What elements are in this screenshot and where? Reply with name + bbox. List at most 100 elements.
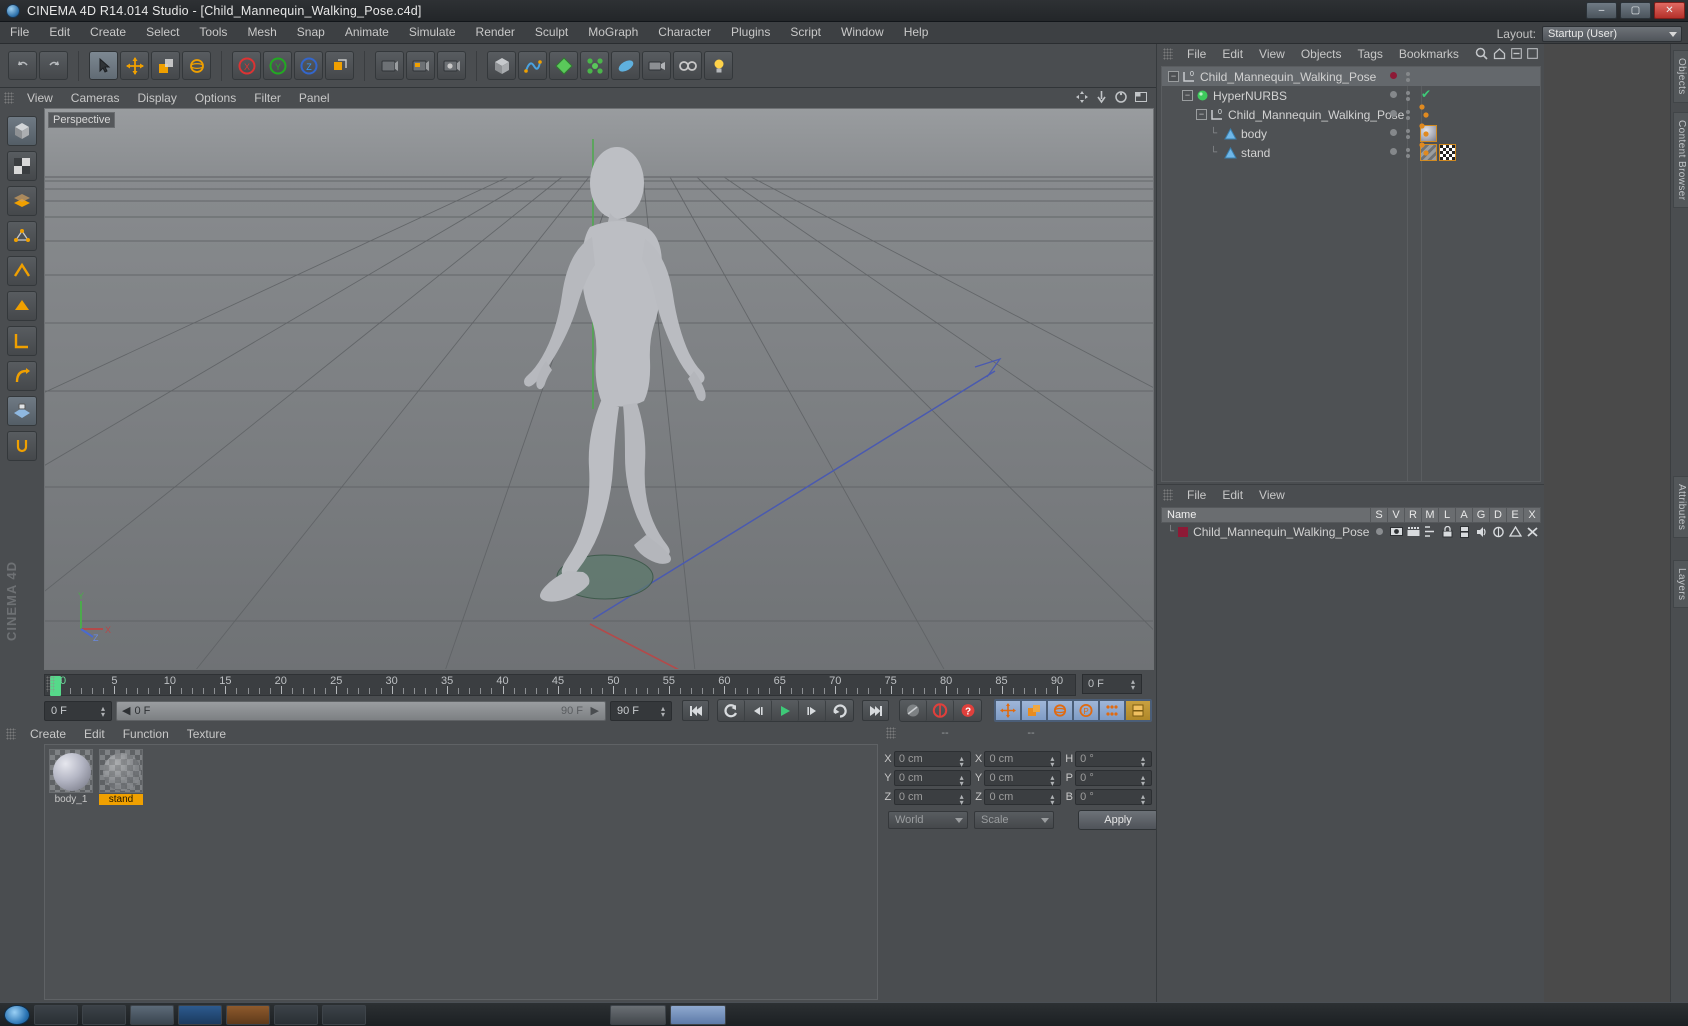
material-thumbnail[interactable]	[49, 749, 93, 793]
layer-toggle-d-icon[interactable]	[1490, 526, 1507, 538]
coordinate-input-size[interactable]: 0 cm ▴ ▾	[984, 770, 1062, 788]
object-menu-item-bookmarks[interactable]: Bookmarks	[1391, 45, 1467, 64]
stepper-icon[interactable]: ▴ ▾	[1050, 774, 1057, 788]
add-generator-button[interactable]	[549, 51, 578, 80]
add-null-button[interactable]	[673, 51, 702, 80]
object-color-dot[interactable]	[1390, 91, 1397, 98]
add-light-button[interactable]	[704, 51, 733, 80]
render-settings-button[interactable]	[437, 51, 466, 80]
current-frame-field[interactable]: 0 F ▴ ▾	[1082, 674, 1142, 694]
menu-item-select[interactable]: Select	[136, 22, 189, 43]
axis-mode-button[interactable]	[7, 326, 37, 356]
menu-item-edit[interactable]: Edit	[39, 22, 80, 43]
stepper-icon[interactable]: ▴ ▾	[960, 793, 967, 807]
stepper-icon[interactable]: ▴ ▾	[1141, 793, 1148, 807]
layer-column-x[interactable]: X	[1523, 508, 1540, 522]
key-help-button[interactable]: ?	[954, 700, 981, 721]
taskbar-item[interactable]	[226, 1004, 270, 1025]
layer-column-e[interactable]: E	[1506, 508, 1523, 522]
viewport-menu-item-panel[interactable]: Panel	[290, 89, 339, 108]
layer-toggle-s-icon[interactable]	[1371, 528, 1388, 535]
stepper-icon[interactable]: ▴ ▾	[1131, 678, 1138, 692]
stepper-icon-2[interactable]: ▴ ▾	[101, 704, 108, 718]
point-level-animation-button[interactable]	[1099, 700, 1125, 721]
enabled-check-icon[interactable]: ✔	[1421, 88, 1431, 101]
stepper-icon[interactable]: ▴ ▾	[960, 755, 967, 769]
material-item[interactable]: stand	[99, 749, 143, 805]
stepper-icon[interactable]: ▴ ▾	[960, 774, 967, 788]
lock-x-axis-button[interactable]: X	[232, 51, 261, 80]
panel-grip-icon[interactable]	[4, 92, 14, 104]
object-tree-row[interactable]: − 0 Child_Mannequin_Walking_Pose	[1162, 67, 1540, 86]
taskbar-item[interactable]	[610, 1004, 666, 1025]
go-to-end-button[interactable]	[862, 700, 889, 721]
layer-column-r[interactable]: R	[1404, 508, 1421, 522]
timeline-grip-icon[interactable]	[46, 676, 55, 692]
stepper-icon[interactable]: ▴ ▾	[1050, 793, 1057, 807]
coordinate-input-rotation[interactable]: 0 ° ▴ ▾	[1075, 789, 1153, 807]
object-color-dot[interactable]	[1390, 148, 1397, 155]
object-tree-row[interactable]: − 0 Child_Mannequin_Walking_Pose	[1162, 105, 1540, 124]
autokeying-button[interactable]	[927, 700, 954, 721]
layer-toggle-m-icon[interactable]	[1422, 526, 1439, 537]
dock-tab-attributes[interactable]: Attributes	[1673, 476, 1688, 539]
menu-item-mesh[interactable]: Mesh	[237, 22, 286, 43]
object-tree-row[interactable]: └ stand	[1162, 143, 1540, 162]
rotate-view-icon[interactable]	[1114, 90, 1128, 104]
timeline-ruler[interactable]: 0510152025303540455055606570758085900	[44, 674, 1076, 696]
dock-tab-objects[interactable]: Objects	[1673, 50, 1688, 103]
menu-item-snap[interactable]: Snap	[287, 22, 335, 43]
menu-item-file[interactable]: File	[0, 22, 39, 43]
menu-item-render[interactable]: Render	[466, 22, 525, 43]
layer-toggle-e-icon[interactable]	[1507, 525, 1524, 538]
undo-button[interactable]	[8, 51, 37, 80]
menu-item-create[interactable]: Create	[80, 22, 136, 43]
menu-item-simulate[interactable]: Simulate	[399, 22, 466, 43]
move-tool-button[interactable]	[120, 51, 149, 80]
panel-grip-icon-co[interactable]	[886, 727, 896, 739]
taskbar-item[interactable]	[130, 1004, 174, 1025]
menu-item-window[interactable]: Window	[831, 22, 894, 43]
go-to-start-button[interactable]	[682, 700, 709, 721]
play-button[interactable]	[772, 700, 799, 721]
layer-toggle-v-icon[interactable]	[1388, 526, 1405, 537]
object-visibility-toggles[interactable]	[1406, 110, 1410, 120]
world-object-coordinates-button[interactable]	[325, 51, 354, 80]
table-row[interactable]: └ Child_Mannequin_Walking_Pose	[1161, 523, 1541, 540]
position-key-button[interactable]	[995, 700, 1021, 721]
object-menu-item-objects[interactable]: Objects	[1293, 45, 1350, 64]
scale-tool-button[interactable]	[151, 51, 180, 80]
viewport-menu-item-options[interactable]: Options	[186, 89, 245, 108]
home-icon[interactable]	[1493, 47, 1506, 60]
step-back-button[interactable]	[745, 700, 772, 721]
coordinate-input-rotation[interactable]: 0 ° ▴ ▾	[1075, 770, 1153, 788]
panel-grip-icon-mm[interactable]	[6, 728, 16, 740]
object-color-dot[interactable]	[1390, 129, 1397, 136]
panel-grip-icon-lm[interactable]	[1163, 489, 1173, 501]
minimize-button[interactable]: –	[1586, 2, 1617, 19]
object-menu-item-edit[interactable]: Edit	[1214, 45, 1251, 64]
layer-column-g[interactable]: G	[1472, 508, 1489, 522]
layer-menu-item-view[interactable]: View	[1251, 486, 1293, 505]
object-visibility-toggles[interactable]	[1406, 148, 1410, 158]
stepper-icon-3[interactable]: ▴ ▾	[661, 704, 668, 718]
material-thumbnail[interactable]	[99, 749, 143, 793]
layer-column-m[interactable]: M	[1421, 508, 1438, 522]
object-tree-row[interactable]: └ body	[1162, 124, 1540, 143]
layer-menu-item-file[interactable]: File	[1179, 486, 1214, 505]
taskbar-item[interactable]	[274, 1004, 318, 1025]
add-cube-button[interactable]	[487, 51, 516, 80]
time-slider[interactable]: ◀ 0 F 90 F ▶	[116, 700, 606, 721]
enable-snapping-button[interactable]	[7, 431, 37, 461]
scale-key-button[interactable]	[1021, 700, 1047, 721]
dock-tab-content-browser[interactable]: Content Browser	[1673, 112, 1688, 209]
perspective-viewport[interactable]: Perspective Y X Z	[44, 108, 1154, 670]
start-button-icon[interactable]	[4, 1004, 30, 1025]
object-tree-row[interactable]: − HyperNURBS ✔	[1162, 86, 1540, 105]
object-visibility-toggles[interactable]	[1406, 72, 1410, 82]
tree-expand-toggle[interactable]: −	[1168, 71, 1179, 82]
layer-column-d[interactable]: D	[1489, 508, 1506, 522]
taskbar-item[interactable]	[178, 1004, 222, 1025]
object-menu-item-tags[interactable]: Tags	[1350, 45, 1391, 64]
material-list[interactable]: body_1 stand	[44, 744, 878, 1000]
